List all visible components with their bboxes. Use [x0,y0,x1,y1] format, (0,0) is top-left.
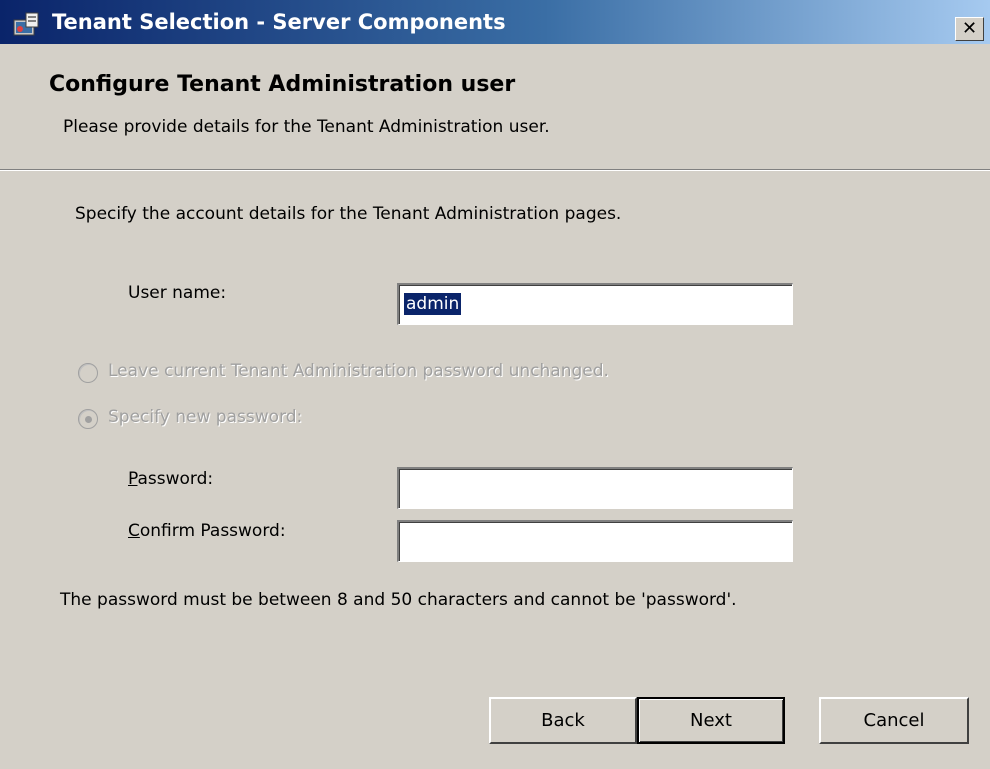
radio-leave-label: Leave current Tenant Administration pass… [108,361,609,381]
radio-selected-icon [78,409,98,429]
radio-specify-password[interactable]: Specify new password: [78,407,378,433]
confirm-label-rest: onfirm Password: [139,521,286,541]
password-label: Password: [128,469,213,489]
confirm-password-input[interactable] [397,520,793,562]
password-rule-note: The password must be between 8 and 50 ch… [60,590,737,610]
header-divider [0,169,990,171]
installer-icon [12,11,42,37]
title-bar: Tenant Selection - Server Components ✕ [0,0,990,44]
close-button[interactable]: ✕ [955,17,984,41]
page-title: Configure Tenant Administration user [49,72,516,97]
radio-unselected-icon [78,363,98,383]
radio-leave-password[interactable]: Leave current Tenant Administration pass… [78,361,718,387]
username-value: admin [404,293,462,315]
intro-text: Specify the account details for the Tena… [75,204,622,224]
confirm-password-label: Confirm Password: [128,521,286,541]
next-button[interactable]: Next [637,697,785,744]
close-icon: ✕ [961,18,978,39]
password-label-rest: assword: [137,469,214,489]
password-mnemonic: P [128,469,138,489]
page-subtitle: Please provide details for the Tenant Ad… [63,117,550,137]
wizard-header [0,44,990,169]
cancel-button[interactable]: Cancel [819,697,969,744]
window-title: Tenant Selection - Server Components [52,10,506,34]
confirm-mnemonic: C [128,521,140,541]
username-input[interactable]: admin [397,283,793,325]
password-input[interactable] [397,467,793,509]
username-label: User name: [128,283,227,303]
radio-specify-label: Specify new password: [108,407,303,427]
back-button[interactable]: Back [489,697,637,744]
